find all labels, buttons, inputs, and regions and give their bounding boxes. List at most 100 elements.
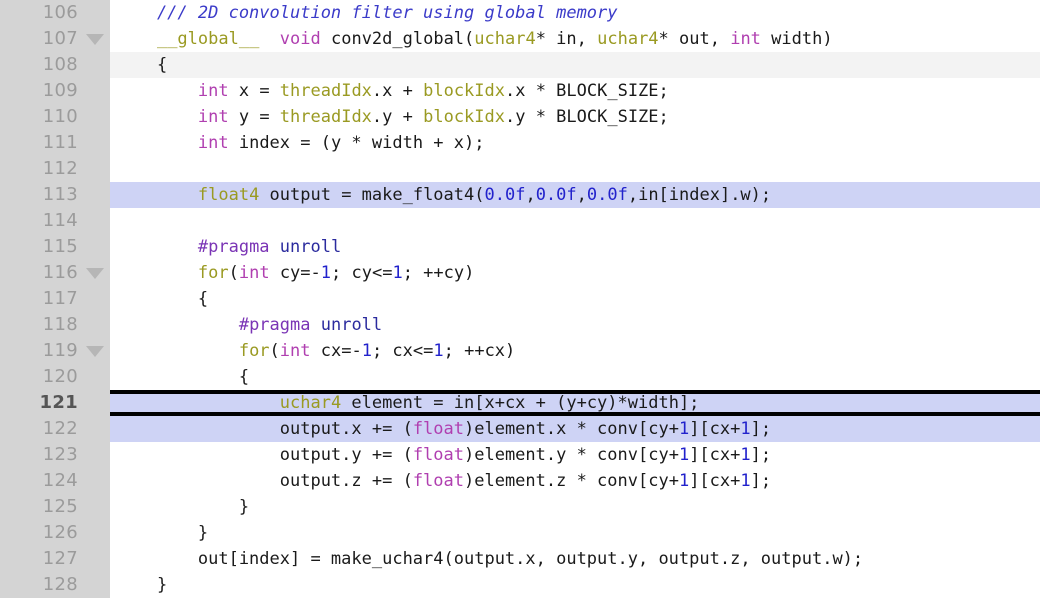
code-line[interactable]: 120 { — [0, 364, 1040, 390]
code-line[interactable]: 117 { — [0, 286, 1040, 312]
line-number: 107 — [42, 28, 78, 49]
code-token: cy=- — [269, 263, 321, 283]
line-gutter[interactable]: 127 — [0, 546, 110, 572]
line-gutter[interactable]: 114 — [0, 208, 110, 234]
code-text[interactable]: for(int cx=-1; cx<=1; ++cx) — [110, 338, 1040, 364]
line-gutter[interactable]: 109 — [0, 78, 110, 104]
code-line[interactable]: 124 output.z += (float)element.z * conv[… — [0, 468, 1040, 494]
line-gutter[interactable]: 111 — [0, 130, 110, 156]
code-token: #pragma — [238, 315, 311, 335]
line-gutter[interactable]: 125 — [0, 494, 110, 520]
code-text[interactable]: } — [110, 494, 1040, 520]
code-line[interactable]: 125 } — [0, 494, 1040, 520]
code-text[interactable]: } — [110, 520, 1040, 546]
code-line[interactable]: 110 int y = threadIdx.y + blockIdx.y * B… — [0, 104, 1040, 130]
code-token: } — [116, 575, 168, 595]
code-token: 1 — [678, 445, 690, 465]
code-token: , — [525, 185, 536, 205]
line-gutter[interactable]: 115 — [0, 234, 110, 260]
line-number: 125 — [42, 496, 78, 517]
code-token: blockIdx — [423, 107, 505, 127]
code-text[interactable] — [110, 208, 1040, 234]
code-line[interactable]: 119 for(int cx=-1; cx<=1; ++cx) — [0, 338, 1040, 364]
code-text[interactable]: int x = threadIdx.x + blockIdx.x * BLOCK… — [110, 78, 1040, 104]
code-text[interactable]: #pragma unroll — [110, 312, 1040, 338]
code-text[interactable]: output.z += (float)element.z * conv[cy+1… — [110, 468, 1040, 494]
code-token: output.y += ( — [116, 445, 413, 465]
line-gutter[interactable]: 108 — [0, 52, 110, 78]
code-token: cx=- — [310, 341, 362, 361]
code-line[interactable]: 128 } — [0, 572, 1040, 598]
code-editor[interactable]: 106 /// 2D convolution filter using glob… — [0, 0, 1040, 610]
line-gutter[interactable]: 118 — [0, 312, 110, 338]
code-lines-container[interactable]: 106 /// 2D convolution filter using glob… — [0, 0, 1040, 598]
code-line[interactable]: 121 uchar4 element = in[x+cx + (y+cy)*wi… — [0, 390, 1040, 416]
code-token: float — [412, 471, 464, 491]
code-token: 1 — [740, 445, 751, 465]
code-text[interactable] — [110, 156, 1040, 182]
code-text[interactable]: for(int cy=-1; cy<=1; ++cy) — [110, 260, 1040, 286]
code-line[interactable]: 118 #pragma unroll — [0, 312, 1040, 338]
code-line[interactable]: 106 /// 2D convolution filter using glob… — [0, 0, 1040, 26]
code-text[interactable]: int index = (y * width + x); — [110, 130, 1040, 156]
code-text[interactable]: #pragma unroll — [110, 234, 1040, 260]
code-text[interactable]: { — [110, 364, 1040, 390]
code-text[interactable]: { — [110, 286, 1040, 312]
code-line[interactable]: 112 — [0, 156, 1040, 182]
code-text[interactable]: output.y += (float)element.y * conv[cy+1… — [110, 442, 1040, 468]
line-gutter[interactable]: 106 — [0, 0, 110, 26]
code-line[interactable]: 107 __global__ void conv2d_global(uchar4… — [0, 26, 1040, 52]
code-line[interactable]: 113 float4 output = make_float4(0.0f,0.0… — [0, 182, 1040, 208]
line-gutter[interactable]: 116 — [0, 260, 110, 286]
code-line[interactable]: 127 out[index] = make_uchar4(output.x, o… — [0, 546, 1040, 572]
code-text[interactable]: /// 2D convolution filter using global m… — [110, 0, 1040, 26]
line-gutter[interactable]: 107 — [0, 26, 110, 52]
code-text[interactable]: output.x += (float)element.x * conv[cy+1… — [110, 416, 1040, 442]
line-gutter[interactable]: 128 — [0, 572, 110, 598]
code-line[interactable]: 126 } — [0, 520, 1040, 546]
code-text[interactable]: uchar4 element = in[x+cx + (y+cy)*width]… — [110, 390, 1040, 416]
code-text[interactable]: float4 output = make_float4(0.0f,0.0f,0.… — [110, 182, 1040, 208]
code-line[interactable]: 109 int x = threadIdx.x + blockIdx.x * B… — [0, 78, 1040, 104]
code-text[interactable]: int y = threadIdx.y + blockIdx.y * BLOCK… — [110, 104, 1040, 130]
code-token: ( — [269, 341, 280, 361]
code-text[interactable]: out[index] = make_uchar4(output.x, outpu… — [110, 546, 1040, 572]
line-gutter[interactable]: 121 — [0, 390, 110, 416]
code-token: __global__ — [156, 29, 260, 49]
line-gutter[interactable]: 117 — [0, 286, 110, 312]
code-text[interactable]: { — [110, 52, 1040, 78]
code-line[interactable]: 115 #pragma unroll — [0, 234, 1040, 260]
code-line[interactable]: 123 output.y += (float)element.y * conv[… — [0, 442, 1040, 468]
code-token: 1 — [361, 341, 372, 361]
line-gutter[interactable]: 110 — [0, 104, 110, 130]
line-gutter[interactable]: 113 — [0, 182, 110, 208]
code-line[interactable]: 122 output.x += (float)element.x * conv[… — [0, 416, 1040, 442]
line-number: 126 — [42, 522, 78, 543]
line-gutter[interactable]: 124 — [0, 468, 110, 494]
code-token: int — [197, 133, 229, 153]
code-token: , — [576, 185, 587, 205]
line-gutter[interactable]: 120 — [0, 364, 110, 390]
line-gutter[interactable]: 123 — [0, 442, 110, 468]
code-line[interactable]: 111 int index = (y * width + x); — [0, 130, 1040, 156]
code-text[interactable]: __global__ void conv2d_global(uchar4* in… — [110, 26, 1040, 52]
code-line[interactable]: 114 — [0, 208, 1040, 234]
code-token: 1 — [320, 263, 332, 283]
line-gutter[interactable]: 122 — [0, 416, 110, 442]
line-gutter[interactable]: 126 — [0, 520, 110, 546]
code-line[interactable]: 116 for(int cy=-1; cy<=1; ++cy) — [0, 260, 1040, 286]
code-token: ]; — [750, 419, 772, 439]
code-fold-chevron-down-icon[interactable] — [86, 346, 104, 357]
code-token: )element.y * conv[cy+ — [464, 445, 679, 465]
line-gutter[interactable]: 112 — [0, 156, 110, 182]
code-text[interactable]: } — [110, 572, 1040, 598]
code-fold-chevron-down-icon[interactable] — [86, 34, 104, 45]
code-token: /// 2D convolution filter using global m… — [116, 3, 618, 23]
code-token: ; ++cx) — [443, 341, 516, 361]
code-line[interactable]: 108 { — [0, 52, 1040, 78]
line-gutter[interactable]: 119 — [0, 338, 110, 364]
code-fold-chevron-down-icon[interactable] — [86, 268, 104, 279]
